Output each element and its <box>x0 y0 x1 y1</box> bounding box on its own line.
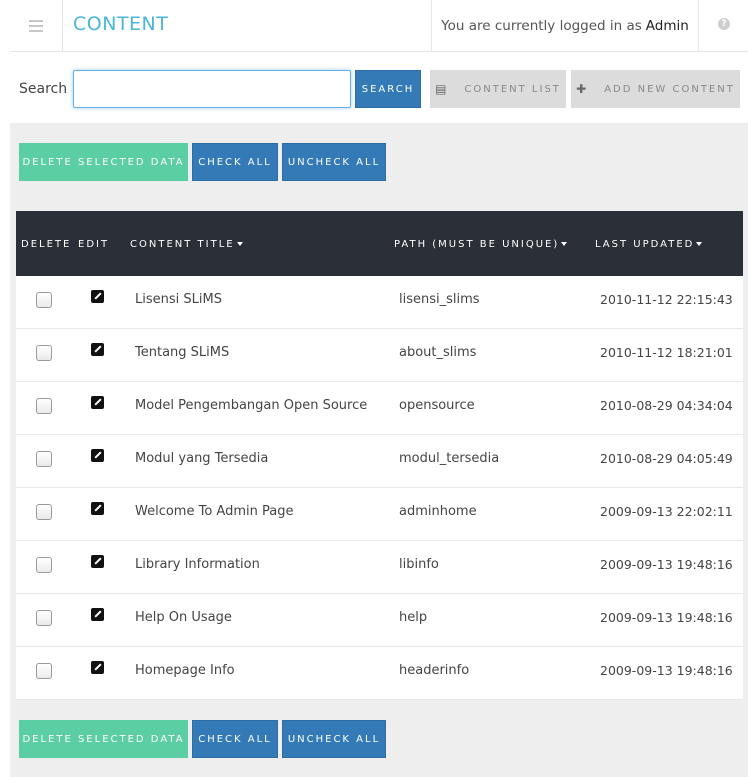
sort-caret-icon <box>236 242 243 246</box>
content-title: Tentang SLiMS <box>135 345 230 360</box>
delete-checkbox[interactable] <box>36 663 52 679</box>
content-table: Delete Edit Content Title Path (Must be … <box>16 211 743 700</box>
table-row: Welcome To Admin Page adminhome 2009-09-… <box>16 488 743 541</box>
delete-checkbox[interactable] <box>36 345 52 361</box>
uncheck-all-button-bottom[interactable]: Uncheck All <box>282 720 386 758</box>
header-path-label: Path (Must be unique) <box>394 239 560 250</box>
last-updated: 2009-09-13 22:02:11 <box>600 504 733 519</box>
search-button[interactable]: Search <box>355 70 421 108</box>
last-updated: 2010-11-12 18:21:01 <box>600 345 733 360</box>
content-title: Welcome To Admin Page <box>135 504 294 519</box>
table-row: Library Information libinfo 2009-09-13 1… <box>16 541 743 594</box>
pencil-icon[interactable] <box>91 396 104 409</box>
page-title: CONTENT <box>73 13 169 35</box>
header-last-updated[interactable]: Last Updated <box>595 239 703 250</box>
login-info: You are currently logged in as Admin <box>431 0 699 52</box>
add-new-content-label: Add New Content <box>604 83 735 95</box>
pencil-icon[interactable] <box>91 555 104 568</box>
table-row: Lisensi SLiMS lisensi_slims 2010-11-12 2… <box>16 276 743 329</box>
last-updated: 2009-09-13 19:48:16 <box>600 557 733 572</box>
delete-checkbox[interactable] <box>36 292 52 308</box>
delete-selected-button-bottom[interactable]: Delete Selected Data <box>19 720 188 758</box>
delete-checkbox[interactable] <box>36 451 52 467</box>
content-title: Help On Usage <box>135 610 232 625</box>
table-header: Delete Edit Content Title Path (Must be … <box>16 211 743 276</box>
content-title: Homepage Info <box>135 663 235 678</box>
search-input[interactable] <box>73 70 351 108</box>
menu-toggle-button[interactable] <box>10 0 63 52</box>
delete-checkbox[interactable] <box>36 398 52 414</box>
table-row: Help On Usage help 2009-09-13 19:48:16 <box>16 594 743 647</box>
search-label: Search : <box>19 81 77 97</box>
question-circle-icon[interactable]: ? <box>718 18 730 30</box>
check-all-button-bottom[interactable]: Check All <box>192 720 278 758</box>
content-title: Model Pengembangan Open Source <box>135 398 368 413</box>
last-updated: 2009-09-13 19:48:16 <box>600 663 733 678</box>
table-row: Tentang SLiMS about_slims 2010-11-12 18:… <box>16 329 743 382</box>
uncheck-all-button-top[interactable]: Uncheck All <box>282 143 386 181</box>
pencil-icon[interactable] <box>91 502 104 515</box>
top-header: CONTENT You are currently logged in as A… <box>10 0 748 52</box>
content-list-button[interactable]: ▤ Content List <box>430 70 566 108</box>
header-edit: Edit <box>78 239 110 250</box>
table-row: Modul yang Tersedia modul_tersedia 2010-… <box>16 435 743 488</box>
add-new-content-button[interactable]: ✚ Add New Content <box>571 70 740 108</box>
last-updated: 2010-11-12 22:15:43 <box>600 292 733 307</box>
pencil-icon[interactable] <box>91 290 104 303</box>
content-path: libinfo <box>399 557 439 572</box>
delete-checkbox[interactable] <box>36 610 52 626</box>
content-title: Modul yang Tersedia <box>135 451 269 466</box>
pencil-icon[interactable] <box>91 449 104 462</box>
check-all-button-top[interactable]: Check All <box>192 143 278 181</box>
content-path: opensource <box>399 398 475 413</box>
list-icon: ▤ <box>435 82 447 96</box>
content-path: lisensi_slims <box>399 292 480 307</box>
login-text: You are currently logged in as <box>441 18 642 34</box>
content-path: modul_tersedia <box>399 451 500 466</box>
sort-caret-icon <box>696 242 703 246</box>
sort-caret-icon <box>561 242 568 246</box>
pencil-icon[interactable] <box>91 608 104 621</box>
last-updated: 2010-08-29 04:05:49 <box>600 451 733 466</box>
content-path: adminhome <box>399 504 477 519</box>
last-updated: 2009-09-13 19:48:16 <box>600 610 733 625</box>
header-path[interactable]: Path (Must be unique) <box>394 239 568 250</box>
last-updated: 2010-08-29 04:34:04 <box>600 398 733 413</box>
content-path: help <box>399 610 428 625</box>
delete-checkbox[interactable] <box>36 557 52 573</box>
pencil-icon[interactable] <box>91 343 104 356</box>
content-path: about_slims <box>399 345 477 360</box>
hamburger-icon <box>29 20 43 32</box>
table-row: Homepage Info headerinfo 2009-09-13 19:4… <box>16 647 743 700</box>
header-delete: Delete <box>21 239 72 250</box>
login-username: Admin <box>645 18 689 34</box>
header-content-title[interactable]: Content Title <box>130 239 243 250</box>
content-title: Library Information <box>135 557 260 572</box>
header-last-updated-label: Last Updated <box>595 239 695 250</box>
table-row: Model Pengembangan Open Source opensourc… <box>16 382 743 435</box>
plus-icon: ✚ <box>576 82 587 96</box>
pencil-icon[interactable] <box>91 661 104 674</box>
delete-selected-button-top[interactable]: Delete Selected Data <box>19 143 188 181</box>
content-list-label: Content List <box>464 83 561 95</box>
content-path: headerinfo <box>399 663 470 678</box>
header-content-title-label: Content Title <box>130 239 235 250</box>
content-title: Lisensi SLiMS <box>135 292 222 307</box>
delete-checkbox[interactable] <box>36 504 52 520</box>
